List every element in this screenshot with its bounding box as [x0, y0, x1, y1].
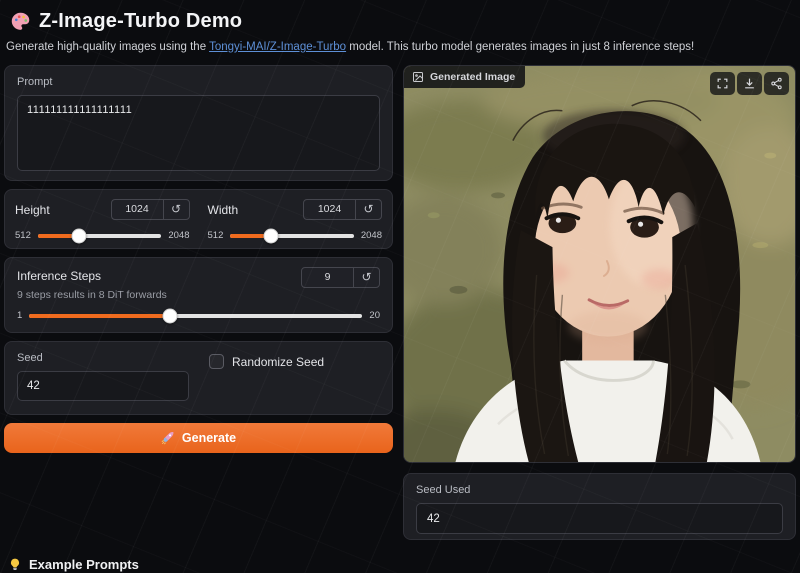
app-page: Z-Image-Turbo Demo Generate high-quality…	[0, 0, 800, 572]
image-label: Generated Image	[430, 71, 515, 83]
fullscreen-icon	[716, 77, 729, 90]
example-prompts-title: Example Prompts	[29, 557, 139, 572]
randomize-seed-checkbox[interactable]	[209, 354, 224, 369]
lightbulb-icon	[8, 557, 22, 572]
steps-number-box: ↺	[301, 267, 380, 288]
seed-used-label: Seed Used	[416, 484, 783, 496]
height-slider-handle[interactable]	[71, 228, 86, 243]
width-slider-group: Width ↺ 512 2048	[208, 199, 383, 239]
width-value-input[interactable]	[304, 200, 356, 219]
generated-image[interactable]	[404, 66, 795, 462]
download-icon	[743, 77, 756, 90]
image-label-badge: Generated Image	[404, 66, 525, 88]
generate-button[interactable]: Generate	[4, 423, 393, 453]
width-reset-button[interactable]: ↺	[356, 200, 381, 219]
randomize-seed-label: Randomize Seed	[232, 355, 324, 369]
height-slider-group: Height ↺ 512 2048	[15, 199, 190, 239]
steps-max-label: 20	[369, 310, 380, 321]
download-button[interactable]	[737, 72, 762, 95]
prompt-input[interactable]: 111111111111111111	[17, 95, 380, 171]
share-icon	[770, 77, 783, 90]
fullscreen-button[interactable]	[710, 72, 735, 95]
height-value-input[interactable]	[112, 200, 164, 219]
steps-info: 9 steps results in 8 DiT forwards	[17, 289, 167, 301]
seed-used-panel: Seed Used	[403, 473, 796, 540]
subtitle-text-2: model. This turbo model generates images…	[346, 41, 694, 53]
height-label: Height	[15, 203, 50, 217]
palette-icon	[10, 11, 31, 32]
steps-reset-button[interactable]: ↺	[354, 268, 379, 287]
height-slider-track[interactable]	[38, 234, 162, 238]
model-link[interactable]: Tongyi-MAI/Z-Image-Turbo	[209, 41, 346, 53]
randomize-seed-checkbox-row[interactable]: Randomize Seed	[209, 354, 324, 369]
page-title: Z-Image-Turbo Demo	[39, 10, 242, 33]
width-min-label: 512	[208, 230, 224, 241]
steps-value-input[interactable]	[302, 268, 354, 287]
width-slider-track[interactable]	[230, 234, 354, 238]
height-number-box: ↺	[111, 199, 190, 220]
dimensions-panel: Height ↺ 512 2048	[4, 189, 393, 249]
example-prompts-heading: Example Prompts	[4, 548, 796, 572]
steps-slider-handle[interactable]	[162, 308, 177, 323]
image-icon	[412, 71, 424, 83]
seed-used-value[interactable]	[416, 503, 783, 534]
width-label: Width	[208, 203, 239, 217]
height-min-label: 512	[15, 230, 31, 241]
steps-slider-track[interactable]	[29, 314, 362, 318]
prompt-label: Prompt	[17, 76, 380, 88]
image-toolbar	[710, 72, 789, 95]
seed-input[interactable]	[17, 371, 189, 401]
height-reset-button[interactable]: ↺	[164, 200, 189, 219]
width-max-label: 2048	[361, 230, 382, 241]
steps-label: Inference Steps	[17, 269, 101, 283]
height-max-label: 2048	[168, 230, 189, 241]
share-button[interactable]	[764, 72, 789, 95]
seed-panel: Seed Randomize Seed	[4, 341, 393, 415]
width-number-box: ↺	[303, 199, 382, 220]
steps-slider-fill	[29, 314, 169, 318]
steps-min-label: 1	[17, 310, 22, 321]
seed-label: Seed	[17, 352, 195, 364]
header: Z-Image-Turbo Demo	[4, 6, 796, 35]
width-slider-handle[interactable]	[264, 228, 279, 243]
generate-button-label: Generate	[182, 431, 236, 445]
prompt-panel: Prompt 111111111111111111	[4, 65, 393, 181]
rocket-icon	[161, 431, 175, 445]
inference-steps-panel: Inference Steps 9 steps results in 8 DiT…	[4, 257, 393, 333]
app-subtitle: Generate high-quality images using the T…	[4, 35, 796, 65]
generated-image-panel: Generated Image	[403, 65, 796, 463]
subtitle-text: Generate high-quality images using the	[6, 41, 209, 53]
